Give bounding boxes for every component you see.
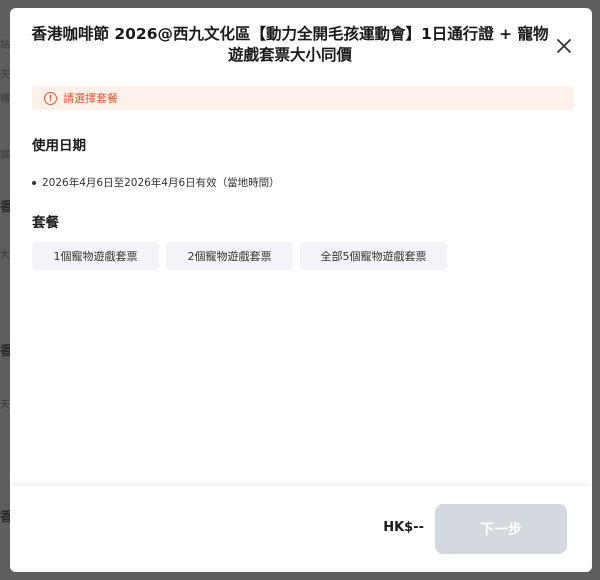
package-heading: 套餐 [32, 215, 59, 231]
price-text: HK$-- [383, 520, 424, 535]
package-option[interactable]: 全部5個寵物遊戲套票 [300, 242, 447, 270]
package-option[interactable]: 2個寵物遊戲套票 [166, 242, 293, 270]
package-selection-modal: 香港咖啡節 2026@西九文化區【動力全開毛孩運動會】1日通行證 + 寵物遊戲套… [10, 8, 592, 572]
usage-date-line: 2026年4月6日至2026年4月6日有效（當地時間） [32, 175, 280, 190]
background-text-fragment: 站 [0, 40, 10, 51]
modal-footer: HK$-- 下一步 [10, 486, 592, 572]
close-icon [557, 39, 571, 53]
close-button[interactable] [554, 36, 574, 56]
bullet-icon [32, 180, 36, 185]
package-option[interactable]: 1個寵物遊戲套票 [32, 242, 159, 270]
background-text-fragment: 大 [0, 250, 10, 261]
modal-header: 香港咖啡節 2026@西九文化區【動力全開毛孩運動會】1日通行證 + 寵物遊戲套… [10, 8, 592, 88]
alert-bar: ! 請選擇套餐 [32, 86, 574, 110]
alert-text: 請選擇套餐 [63, 92, 118, 105]
usage-date-text: 2026年4月6日至2026年4月6日有效（當地時間） [42, 177, 280, 189]
package-options: 1個寵物遊戲套票 2個寵物遊戲套票 全部5個寵物遊戲套票 [32, 242, 447, 270]
next-button[interactable]: 下一步 [435, 504, 567, 554]
info-icon: ! [44, 91, 57, 105]
background-text-fragment: 展 [0, 150, 10, 161]
background-text-fragment: 標 [0, 94, 10, 105]
background-text-fragment: 天 [0, 70, 10, 81]
modal-title: 香港咖啡節 2026@西九文化區【動力全開毛孩運動會】1日通行證 + 寵物遊戲套… [31, 25, 549, 64]
usage-date-heading: 使用日期 [32, 138, 86, 154]
background-text-fragment: 天 [0, 400, 10, 411]
